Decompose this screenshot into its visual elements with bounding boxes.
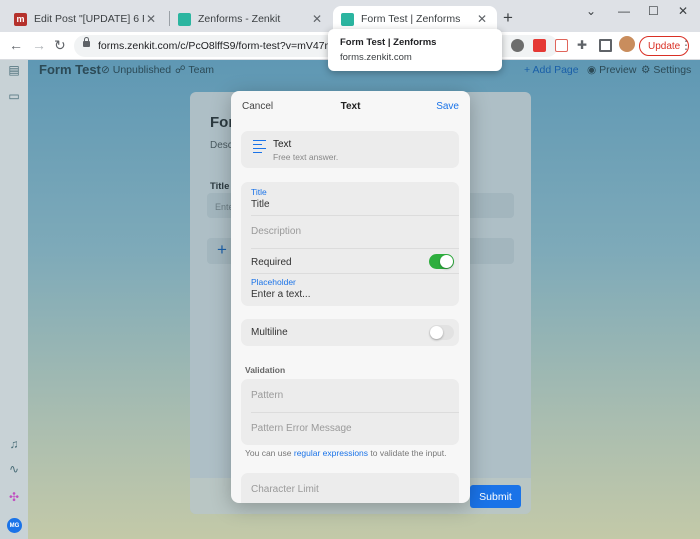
extension-icon[interactable]	[555, 39, 568, 52]
apps-icon[interactable]: ✣	[7, 490, 21, 504]
tab-title: Edit Post "[UPDATE] 6 Free Altern	[34, 13, 144, 25]
preview-label: Preview	[599, 64, 637, 76]
form-title[interactable]: Form Test	[39, 62, 101, 77]
required-label: Required	[251, 257, 292, 268]
field-type-description: Free text answer.	[273, 152, 339, 162]
pdf-extension-icon[interactable]	[533, 39, 546, 52]
user-avatar[interactable]: MG	[7, 518, 22, 533]
close-tab-icon[interactable]: ✕	[475, 12, 489, 26]
pattern-placeholder: Pattern	[251, 390, 284, 401]
modal-header: Cancel Text Save	[231, 91, 470, 123]
puzzle-extensions-icon[interactable]: ✚	[577, 38, 587, 52]
description-field[interactable]: Description	[241, 216, 459, 248]
browser-tabstrip: m Edit Post "[UPDATE] 6 Free Altern ✕ Ze…	[0, 0, 700, 32]
tab-edit-post[interactable]: m Edit Post "[UPDATE] 6 Free Altern ✕	[6, 6, 166, 32]
zenforms-logo-icon[interactable]: ▤	[7, 63, 21, 77]
multiline-row: Multiline	[241, 319, 459, 346]
field-type-name: Text	[273, 139, 292, 150]
validation-hint: You can use regular expressions to valid…	[245, 448, 447, 458]
add-page-button[interactable]: + Add Page	[524, 64, 579, 76]
hint-suffix: to validate the input.	[370, 448, 447, 458]
zenforms-favicon-icon	[341, 12, 354, 26]
form-description: Desc	[210, 140, 233, 151]
zenforms-favicon-icon	[178, 12, 191, 26]
field-type-selector[interactable]: Text Free text answer.	[241, 131, 459, 168]
title-field-value: Title	[251, 199, 270, 210]
placeholder-field-label: Placeholder	[251, 277, 296, 287]
multiline-toggle[interactable]	[429, 325, 454, 340]
team-icon: ☍	[175, 64, 186, 76]
kebab-menu-icon[interactable]: ⋮	[680, 38, 692, 52]
team-button[interactable]: ☍ Team	[175, 64, 214, 76]
placeholder-field[interactable]: Placeholder Enter a text...	[241, 274, 459, 306]
character-limit-placeholder: Character Limit	[251, 484, 319, 495]
new-tab-button[interactable]: +	[503, 8, 513, 28]
save-button[interactable]: Save	[436, 101, 459, 112]
side-panel-icon[interactable]	[599, 39, 612, 52]
pattern-field[interactable]: Pattern	[241, 379, 459, 412]
hint-prefix: You can use	[245, 448, 292, 458]
preview-button[interactable]: ◉ Preview	[587, 64, 636, 76]
field-properties-group: Title Title Description Required Placeho…	[241, 182, 459, 306]
app-sidebar: ▤ ▭ ♫ ∿ ✣ MG	[0, 60, 28, 539]
globe-icon: ⊘	[101, 64, 110, 76]
pattern-error-placeholder: Pattern Error Message	[251, 423, 352, 434]
back-arrow-icon[interactable]: ←	[9, 37, 23, 53]
activity-icon[interactable]: ∿	[7, 462, 21, 476]
validation-section-label: Validation	[245, 365, 286, 375]
pattern-error-message-field[interactable]: Pattern Error Message	[241, 413, 459, 445]
validation-group: Pattern Pattern Error Message	[241, 379, 459, 445]
url-text: forms.zenkit.com/c/PcO8lffS9/form-test?v…	[98, 40, 351, 52]
profile-avatar[interactable]	[619, 36, 635, 52]
extension-icon[interactable]	[511, 39, 524, 52]
title-field[interactable]: Title Title	[241, 182, 459, 215]
required-row: Required	[241, 249, 459, 273]
settings-label: Settings	[653, 64, 692, 76]
close-tab-icon[interactable]: ✕	[310, 12, 324, 26]
team-label: Team	[188, 64, 215, 76]
tab-favicon: m	[14, 12, 27, 26]
tooltip-domain: forms.zenkit.com	[340, 52, 412, 63]
tooltip-title: Form Test | Zenforms	[340, 37, 437, 48]
field-settings-modal: Cancel Text Save Text Free text answer. …	[231, 91, 470, 503]
forward-arrow-icon[interactable]: →	[32, 37, 46, 53]
required-toggle[interactable]	[429, 254, 454, 269]
maximize-icon[interactable]: ☐	[648, 4, 659, 18]
character-limit-field[interactable]: Character Limit	[241, 473, 459, 503]
multiline-label: Multiline	[251, 327, 288, 338]
form-field-label: Title	[210, 181, 230, 192]
minimize-icon[interactable]: —	[618, 4, 630, 18]
tab-title: Zenforms - Zenkit	[198, 13, 281, 25]
close-tab-icon[interactable]: ✕	[144, 12, 158, 26]
bell-icon[interactable]: ♫	[7, 437, 21, 451]
submit-button: Submit	[470, 485, 521, 508]
placeholder-field-value: Enter a text...	[251, 289, 311, 300]
chevron-down-icon[interactable]: ⌄	[586, 4, 596, 18]
description-placeholder: Description	[251, 226, 302, 237]
reload-icon[interactable]: ↻	[54, 37, 66, 54]
tab-zenforms-zenkit[interactable]: Zenforms - Zenkit ✕	[170, 6, 332, 32]
modal-title: Text	[340, 101, 361, 112]
tab-title: Form Test | Zenforms	[361, 13, 461, 25]
publish-status[interactable]: ⊘ Unpublished	[101, 64, 171, 76]
settings-button[interactable]: ⚙ Settings	[641, 64, 691, 76]
text-lines-icon	[253, 140, 266, 153]
close-window-icon[interactable]: ✕	[678, 4, 688, 18]
publish-status-label: Unpublished	[112, 64, 172, 76]
lock-icon	[83, 37, 90, 47]
title-field-label: Title	[251, 187, 267, 197]
tab-hover-tooltip: Form Test | Zenforms forms.zenkit.com	[328, 29, 502, 71]
regular-expressions-link[interactable]: regular expressions	[294, 448, 368, 458]
eye-icon: ◉	[587, 64, 597, 76]
gear-icon: ⚙	[641, 64, 651, 76]
folder-icon[interactable]: ▭	[7, 89, 21, 103]
